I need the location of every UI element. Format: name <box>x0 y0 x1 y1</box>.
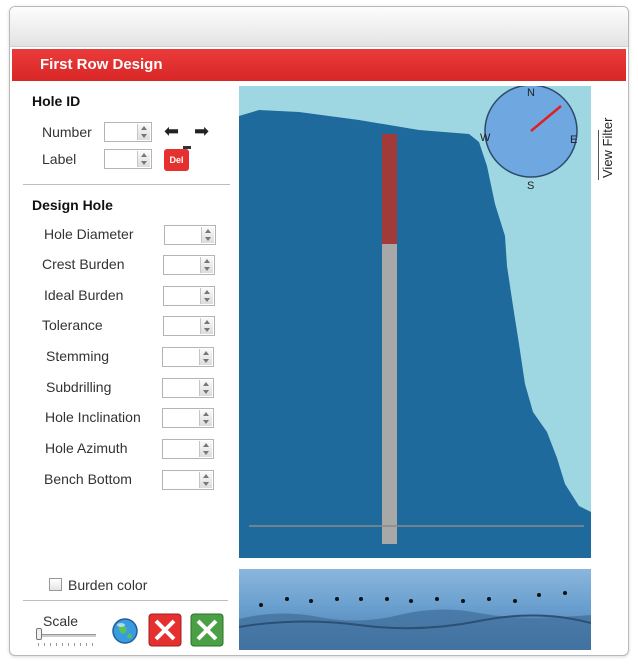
hole-diameter-input[interactable] <box>164 225 216 245</box>
burden-color-checkbox[interactable] <box>49 578 62 591</box>
rock-face-drawing: N E S W <box>239 86 591 558</box>
crest-burden-input[interactable] <box>163 255 215 275</box>
plan-view-drawing <box>239 591 591 650</box>
section-divider <box>23 184 230 185</box>
hole-stemming-segment[interactable] <box>382 134 397 244</box>
panel-header: First Row Design <box>12 49 626 81</box>
delete-button[interactable]: Del <box>164 146 191 171</box>
design-hole-title: Design Hole <box>32 197 113 213</box>
field-label-hole-inclination: Hole Inclination <box>45 409 141 425</box>
hole-charge-segment[interactable] <box>382 244 397 544</box>
number-label: Number <box>42 124 92 140</box>
field-label-stemming: Stemming <box>46 348 110 364</box>
field-label-bench-bottom: Bench Bottom <box>44 471 132 487</box>
field-label-tolerance: Tolerance <box>42 317 103 333</box>
arrow-right-icon[interactable]: ➡ <box>194 122 209 140</box>
burden-color-label: Burden color <box>68 577 148 593</box>
plan-view-strip[interactable] <box>239 569 591 650</box>
field-label-crest-burden: Crest Burden <box>42 256 125 272</box>
bench-bottom-input[interactable] <box>162 470 214 490</box>
section-viewport[interactable]: N E S W <box>239 86 591 558</box>
title-bar <box>10 7 628 47</box>
compass-s: S <box>527 180 534 192</box>
number-stepper[interactable] <box>104 122 152 142</box>
compass-n: N <box>527 87 535 99</box>
tolerance-input[interactable] <box>163 316 215 336</box>
field-label-subdrilling: Subdrilling <box>46 379 112 395</box>
scale-ticks <box>38 643 94 646</box>
field-label-ideal-burden: Ideal Burden <box>44 287 124 303</box>
field-label-hole-azimuth: Hole Azimuth <box>45 440 128 456</box>
subdrilling-input[interactable] <box>162 378 214 398</box>
hole-azimuth-input[interactable] <box>162 439 214 459</box>
scale-label: Scale <box>43 613 79 629</box>
bottom-divider <box>23 600 228 601</box>
cancel-icon[interactable] <box>148 613 182 647</box>
compass-e: E <box>570 134 577 146</box>
hole-id-title: Hole ID <box>32 93 81 109</box>
hole-markers <box>259 591 567 607</box>
stemming-input[interactable] <box>162 347 214 367</box>
view-filter-tab[interactable]: View Filter <box>598 86 620 180</box>
hole-inclination-input[interactable] <box>162 408 214 428</box>
compass-icon <box>484 86 578 178</box>
rock-face <box>239 110 591 558</box>
label-label: Label <box>42 151 77 167</box>
view-filter-label: View Filter <box>600 117 615 178</box>
globe-icon[interactable] <box>108 614 142 648</box>
compass-w: W <box>480 132 491 144</box>
scale-slider-thumb[interactable] <box>36 628 42 640</box>
confirm-icon[interactable] <box>190 613 224 647</box>
scale-slider-track[interactable] <box>36 634 96 637</box>
field-label-hole-diameter: Hole Diameter <box>44 226 134 242</box>
arrow-left-icon[interactable]: ⬅ <box>164 122 179 140</box>
ideal-burden-input[interactable] <box>163 286 215 306</box>
label-stepper[interactable] <box>104 149 152 169</box>
